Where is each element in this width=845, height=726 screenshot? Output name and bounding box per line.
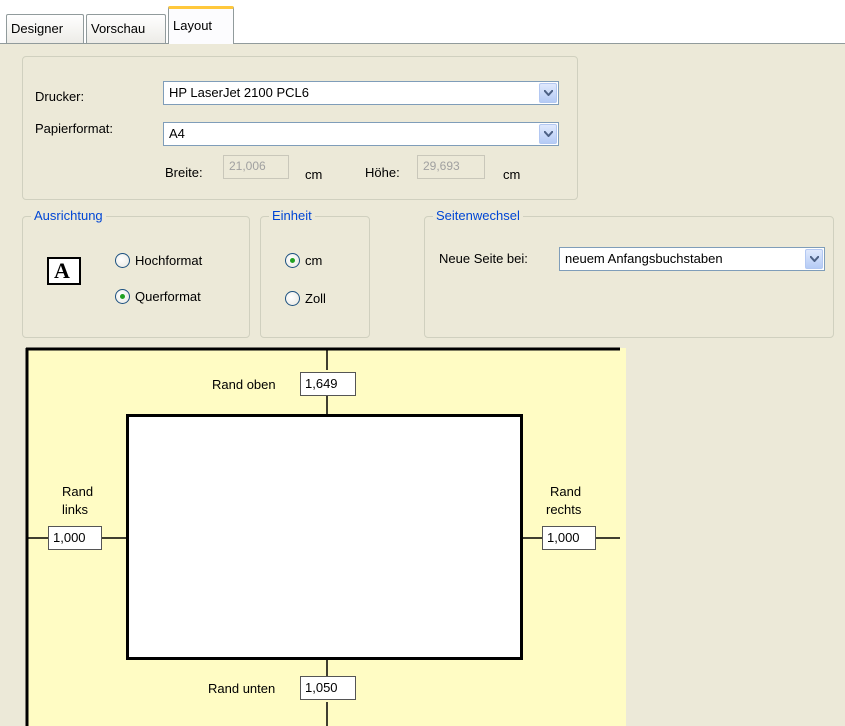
tab-vorschau-label: Vorschau [91,21,146,36]
layout-panel: Drucker: HP LaserJet 2100 PCL6 Papierfor… [6,44,845,726]
margin-bottom-label: Rand unten [208,681,276,696]
margin-top-value: 1,649 [305,376,338,391]
margin-left-input[interactable]: 1,000 [48,526,102,550]
margin-top-input[interactable]: 1,649 [300,372,356,396]
margin-right-label-1: Rand [550,484,582,499]
tab-bar: Designer Vorschau Layout [0,0,845,44]
page-area [126,414,523,660]
margin-top-label: Rand oben [212,377,276,392]
tab-designer[interactable]: Designer [6,14,84,44]
margin-bottom-value: 1,050 [305,680,338,695]
tab-layout-label: Layout [173,18,213,33]
margin-left-label-1: Rand [62,484,94,499]
margin-right-label-2: rechts [546,502,582,517]
margin-right-value: 1,000 [547,530,580,545]
tab-layout[interactable]: Layout [168,6,234,44]
margin-right-input[interactable]: 1,000 [542,526,596,550]
tab-designer-label: Designer [11,21,64,36]
margin-left-value: 1,000 [53,530,86,545]
margin-bottom-input[interactable]: 1,050 [300,676,356,700]
tab-vorschau[interactable]: Vorschau [86,14,166,44]
margin-left-label-2: links [62,502,89,517]
